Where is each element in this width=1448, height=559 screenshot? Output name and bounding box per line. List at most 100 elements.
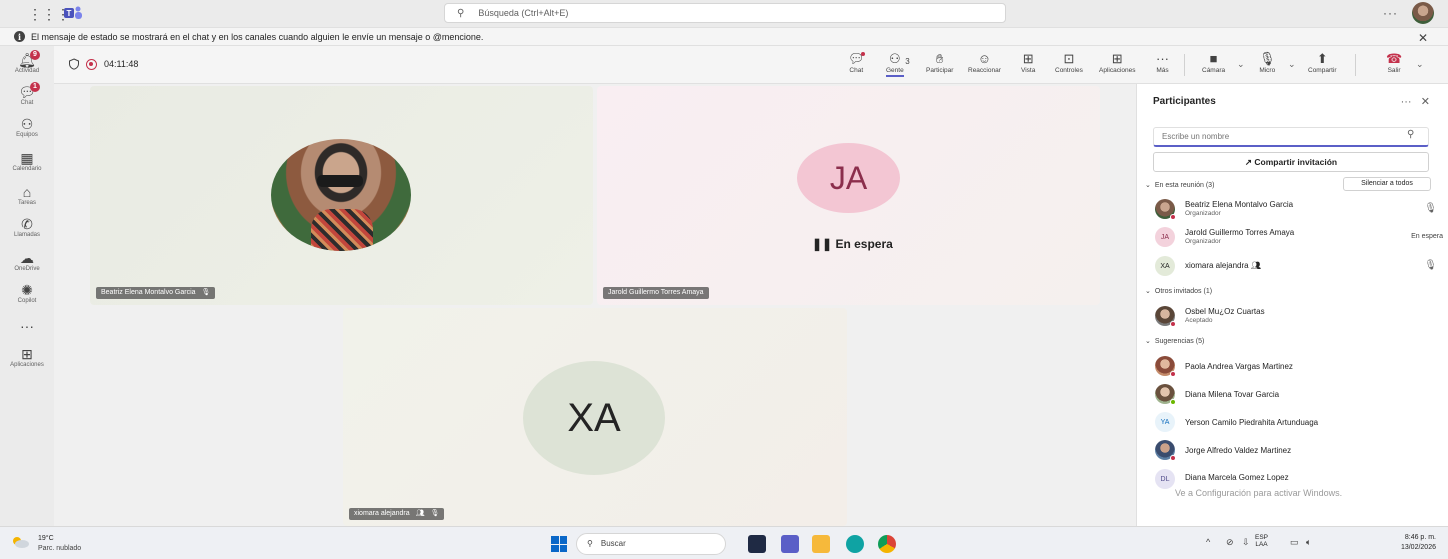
share-invite-button[interactable]: ↗ Compartir invitación — [1153, 152, 1429, 172]
suggestion-row[interactable]: Jorge Alfredo Valdez Martinez — [1153, 438, 1443, 462]
mic-button[interactable]: 🎙︎ Micro — [1259, 51, 1276, 74]
people-icon: ⚇ 3 — [886, 51, 910, 67]
rail-item-tasks[interactable]: ⌂ Tareas — [0, 184, 54, 206]
chrome-icon[interactable] — [878, 535, 896, 553]
section-in-meeting[interactable]: ⌄ En esta reunión (3) — [1145, 181, 1214, 189]
chat-button[interactable]: 💬︎ Chat — [848, 51, 865, 74]
info-icon: i — [14, 31, 25, 42]
photo-detail — [317, 175, 363, 187]
participant-name: Diana Marcela Gomez Lopez — [1185, 473, 1289, 482]
tile-name: Jarold Guillermo Torres Amaya — [608, 289, 704, 296]
controls-icon: ⊡ — [1063, 51, 1075, 66]
chevron-up-icon[interactable]: ^ — [1206, 537, 1210, 547]
controls-button[interactable]: ⊡ Controles — [1055, 51, 1083, 74]
initials-avatar: XA — [523, 361, 665, 475]
rail-item-teams[interactable]: ⚇ Equipos — [0, 116, 54, 138]
close-icon[interactable]: ✕ — [1421, 96, 1430, 108]
mute-all-button[interactable]: Silenciar a todos — [1343, 177, 1431, 191]
participant-photo — [271, 139, 411, 251]
edge-icon[interactable] — [846, 535, 864, 553]
rail-item-copilot[interactable]: ✺ Copilot — [0, 282, 54, 304]
video-tile-xiomara[interactable]: XA xiomara alejandra 👥︎ 🎙︎ — [343, 308, 847, 526]
user-avatar[interactable] — [1412, 2, 1434, 24]
teams-app-icon[interactable] — [781, 535, 799, 553]
rail-item-onedrive[interactable]: ☁ OneDrive — [0, 250, 54, 272]
partly-cloudy-icon[interactable] — [10, 535, 30, 549]
volume-icon[interactable]: 🔈︎ — [1306, 537, 1311, 548]
task-view-icon[interactable] — [748, 535, 766, 553]
tool-label: Cámara — [1202, 67, 1226, 74]
raise-hand-button[interactable]: ✋︎ Participar — [926, 51, 953, 74]
rail-item-more[interactable]: ··· — [0, 318, 54, 334]
windows-start-icon[interactable] — [551, 536, 567, 552]
rail-item-apps[interactable]: ⊞ Aplicaciones — [0, 346, 54, 368]
on-hold-label: En espera — [835, 237, 893, 251]
network-icon[interactable]: ⊘ — [1226, 537, 1234, 548]
share-button[interactable]: ⬆ Compartir — [1308, 51, 1337, 74]
view-button[interactable]: ⊞ Vista — [1021, 51, 1035, 74]
download-icon[interactable]: ⇩ — [1242, 537, 1250, 548]
presence-dot — [1170, 399, 1176, 405]
rail-item-activity[interactable]: 🔔︎ 9 Actividad — [0, 50, 54, 74]
language-indicator[interactable]: ESP LAA — [1255, 534, 1268, 548]
camera-button[interactable]: ■ Cámara — [1202, 51, 1225, 74]
weather-desc: Parc. nublado — [38, 545, 82, 552]
participant-name-wrap: xiomara alejandra 👥︎ — [1185, 261, 1261, 270]
more-button[interactable]: ··· Más — [1156, 51, 1169, 74]
mic-muted-icon[interactable]: 🎙︎ — [1424, 203, 1437, 214]
video-tile-beatriz[interactable]: Beatriz Elena Montalvo Garcia 🎙︎ — [90, 86, 593, 305]
avatar: DL — [1155, 469, 1175, 489]
section-other-invited[interactable]: ⌄ Otros invitados (1) — [1145, 287, 1212, 295]
taskbar-search[interactable]: ⚲ Buscar — [576, 533, 726, 555]
rail-item-calls[interactable]: ✆ Llamadas — [0, 216, 54, 238]
participant-row[interactable]: XA xiomara alejandra 👥︎ 🎙︎ — [1153, 254, 1443, 278]
leave-button[interactable]: ☎ Salir — [1386, 51, 1402, 74]
rail-item-chat[interactable]: 💬︎ 1 Chat — [0, 82, 54, 106]
rail-label: Actividad — [14, 68, 40, 74]
guest-icon: 👥︎ — [415, 510, 425, 517]
title-bar: ⋮⋮⋮ T ⚲ Búsqueda (Ctrl+Alt+E) ··· — [0, 0, 1448, 27]
system-clock[interactable]: 8:46 p. m. 13/02/2026 — [1388, 533, 1436, 553]
weather-temp: 19°C — [38, 535, 54, 542]
guest-icon: 👥︎ — [1250, 261, 1261, 270]
participant-row[interactable]: Beatriz Elena Montalvo Garcia Organizado… — [1153, 197, 1443, 221]
participant-row[interactable]: Osbel Mu¿Oz Cuartas Aceptado — [1153, 304, 1443, 328]
more-icon[interactable]: ··· — [1401, 96, 1412, 108]
file-explorer-icon[interactable] — [812, 535, 830, 553]
suggestion-row[interactable]: Diana Milena Tovar Garcia — [1153, 382, 1443, 406]
suggestion-row[interactable]: YA Yerson Camilo Piedrahita Artunduaga — [1153, 410, 1443, 434]
video-tile-jarold[interactable]: JA ❚❚ En espera Jarold Guillermo Torres … — [597, 86, 1100, 305]
apps-button[interactable]: ⊞ Aplicaciones — [1099, 51, 1136, 74]
rail-label: Aplicaciones — [10, 362, 44, 368]
display-icon[interactable]: ▭ — [1290, 537, 1299, 548]
video-stage: Beatriz Elena Montalvo Garcia 🎙︎ JA ❚❚ En… — [54, 84, 1136, 526]
global-search-input[interactable]: ⚲ Búsqueda (Ctrl+Alt+E) — [444, 3, 1006, 23]
camera-chevron-down-icon[interactable]: ⌄ — [1237, 59, 1245, 70]
mic-chevron-down-icon[interactable]: ⌄ — [1288, 59, 1296, 70]
section-suggestions[interactable]: ⌄ Sugerencias (5) — [1145, 337, 1204, 345]
more-options-icon[interactable]: ··· — [1383, 6, 1398, 20]
react-button[interactable]: ☺ Reaccionar — [968, 51, 1001, 74]
mic-muted-icon[interactable]: 🎙︎ — [1424, 260, 1437, 271]
bell-icon: 🔔︎ 9 — [0, 50, 54, 68]
clock-date: 13/02/2026 — [1400, 544, 1436, 551]
cloud-icon: ☁ — [20, 250, 34, 266]
rail-item-calendar[interactable]: ▦ Calendario — [0, 150, 54, 172]
participant-row[interactable]: JA Jarold Guillermo Torres Amaya Organiz… — [1153, 225, 1443, 249]
people-button[interactable]: ⚇ 3 Gente — [886, 51, 910, 77]
tool-label: Chat — [849, 67, 864, 74]
tile-name-tag: xiomara alejandra 👥︎ 🎙︎ — [349, 508, 445, 520]
banner-close-icon[interactable]: ✕ — [1418, 31, 1428, 45]
mic-muted-icon: 🎙︎ — [430, 510, 440, 517]
hang-up-icon: ☎ — [1386, 51, 1403, 66]
tool-label: Vista — [1021, 67, 1036, 74]
leave-chevron-down-icon[interactable]: ⌄ — [1416, 59, 1424, 70]
search-placeholder: Búsqueda (Ctrl+Alt+E) — [478, 8, 569, 18]
participant-search-input[interactable] — [1153, 127, 1429, 147]
presence-dot — [1170, 371, 1176, 377]
tile-name: Beatriz Elena Montalvo Garcia — [101, 289, 196, 296]
tile-name-tag: Jarold Guillermo Torres Amaya — [603, 287, 709, 299]
suggestion-row[interactable]: Paola Andrea Vargas Martinez — [1153, 354, 1443, 378]
share-icon: ⬆ — [1316, 51, 1328, 66]
participant-name: Beatriz Elena Montalvo Garcia — [1185, 200, 1294, 209]
